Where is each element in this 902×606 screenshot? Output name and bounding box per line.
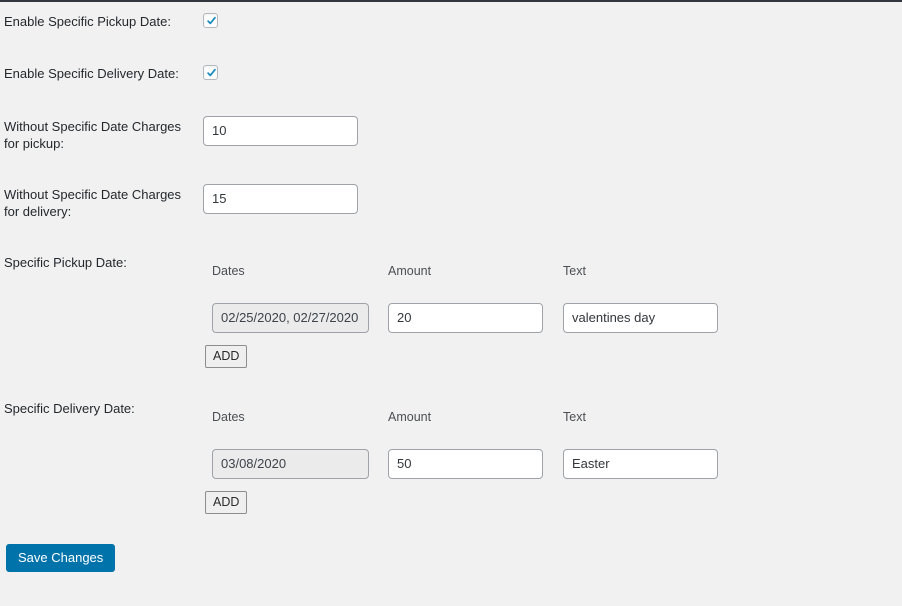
pickup-text-input[interactable]: valentines day	[563, 303, 718, 333]
enable-pickup-date-label: Enable Specific Pickup Date:	[4, 14, 171, 29]
delivery-charges-label: Without Specific Date Charges for delive…	[4, 187, 182, 219]
save-changes-button[interactable]: Save Changes	[6, 544, 116, 572]
delivery-charges-input[interactable]: 15	[203, 184, 358, 214]
specific-pickup-date-label: Specific Pickup Date:	[4, 255, 127, 270]
enable-delivery-date-label: Enable Specific Delivery Date:	[4, 66, 179, 81]
checkbox-box[interactable]	[203, 65, 218, 80]
shipping-date-settings-form: Enable Specific Pickup Date: Enable Spec…	[0, 0, 902, 606]
pickup-charges-label: Without Specific Date Charges for pickup…	[4, 119, 182, 151]
pickup-add-button[interactable]: ADD	[205, 345, 248, 368]
delivery-text-input[interactable]: Easter	[563, 449, 718, 479]
delivery-add-button[interactable]: ADD	[205, 491, 248, 514]
checkmark-icon	[207, 16, 216, 25]
delivery-column-header-amount: Amount	[388, 410, 432, 424]
delivery-column-header-dates: Dates	[212, 410, 245, 424]
pickup-amount-input[interactable]: 20	[388, 303, 543, 333]
pickup-charges-input[interactable]: 10	[203, 116, 358, 146]
enable-delivery-date-checkbox[interactable]	[203, 65, 218, 80]
delivery-dates-input[interactable]: 03/08/2020	[212, 449, 369, 479]
pickup-dates-input[interactable]: 02/25/2020, 02/27/2020	[212, 303, 369, 333]
checkmark-icon	[207, 68, 216, 77]
pickup-column-header-amount: Amount	[388, 264, 432, 278]
pickup-column-header-text: Text	[563, 264, 586, 278]
delivery-amount-input[interactable]: 50	[388, 449, 543, 479]
enable-pickup-date-checkbox[interactable]	[203, 13, 218, 28]
pickup-column-header-dates: Dates	[212, 264, 245, 278]
delivery-column-header-text: Text	[563, 410, 586, 424]
specific-delivery-date-label: Specific Delivery Date:	[4, 401, 135, 416]
checkbox-box[interactable]	[203, 13, 218, 28]
